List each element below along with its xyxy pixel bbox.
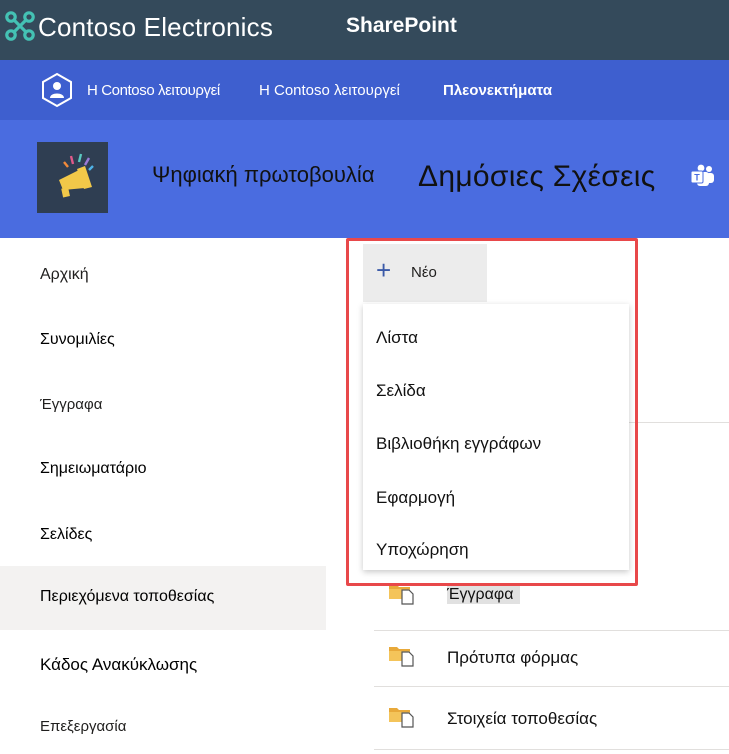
nav-item-conversations[interactable]: Συνομιλίες (0, 309, 326, 373)
teams-icon[interactable]: T (690, 164, 716, 188)
nav-item-documents[interactable]: Έγγραφα (0, 374, 326, 438)
hub-navigation: Η Contoso λειτουργεί Η Contoso λειτουργε… (0, 60, 729, 120)
site-logo[interactable] (37, 142, 108, 213)
drone-logo-icon[interactable] (4, 9, 36, 43)
menu-item-subsite[interactable]: Υποχώρηση (363, 522, 629, 574)
list-item[interactable]: Στοιχεία τοποθεσίας (374, 698, 729, 754)
site-name[interactable]: Ψηφιακή πρωτοβουλία (152, 162, 375, 188)
nav-item-recycle-bin[interactable]: Κάδος Ανακύκλωσης (0, 633, 326, 697)
hub-nav-item-2[interactable]: Η Contoso λειτουργεί (259, 82, 400, 99)
plus-icon: + (376, 255, 392, 285)
nav-item-label: Συνομιλίες (40, 331, 115, 348)
document-library-icon (389, 585, 414, 605)
new-button[interactable]: + Νέο (363, 244, 487, 302)
nav-item-label: Επεξεργασία (40, 718, 127, 735)
menu-item-label: Λίστα (376, 328, 418, 347)
nav-item-label: Σημειωματάριο (40, 460, 147, 477)
menu-item-label: Εφαρμογή (376, 488, 456, 507)
nav-item-home[interactable]: Αρχική (0, 244, 326, 308)
page-title: Δημόσιες Σχέσεις (418, 160, 656, 193)
nav-item-notebook[interactable]: Σημειωματάριο (0, 438, 326, 502)
list-item[interactable]: Έγγραφα (374, 575, 729, 631)
document-library-icon (389, 708, 414, 728)
hub-nav-item-benefits[interactable]: Πλεονεκτήματα (443, 82, 552, 99)
org-name[interactable]: Contoso Electronics (38, 12, 273, 43)
nav-item-label: Κάδος Ανακύκλωσης (40, 655, 198, 674)
new-menu: Λίστα Σελίδα Βιβλιοθήκη εγγράφων Εφαρμογ… (363, 304, 629, 570)
app-name[interactable]: SharePoint (346, 14, 457, 38)
menu-item-label: Βιβλιοθήκη εγγράφων (376, 434, 542, 453)
new-button-label: Νέο (411, 264, 437, 281)
nav-item-label: Αρχική (40, 266, 89, 283)
left-navigation: Αρχική Συνομιλίες Έγγραφα Σημειωματάριο … (0, 238, 326, 754)
menu-item-document-library[interactable]: Βιβλιοθήκη εγγράφων (363, 416, 629, 468)
nav-item-label: Σελίδες (40, 526, 93, 543)
site-header: Ψηφιακή πρωτοβουλία Δημόσιες Σχέσεις T (0, 120, 729, 238)
menu-item-label: Σελίδα (376, 381, 426, 400)
list-item-name[interactable]: Πρότυπα φόρμας (447, 648, 578, 668)
person-shield-icon[interactable] (40, 72, 74, 108)
document-library-icon (389, 647, 414, 667)
svg-text:T: T (694, 173, 700, 183)
menu-item-app[interactable]: Εφαρμογή (363, 470, 629, 522)
megaphone-icon (59, 153, 94, 198)
list-item-name[interactable]: Στοιχεία τοποθεσίας (447, 709, 597, 729)
nav-item-site-contents[interactable]: Περιεχόμενα τοποθεσίας (0, 566, 326, 630)
menu-item-list[interactable]: Λίστα (363, 310, 629, 362)
hub-nav-item-1[interactable]: Η Contoso λειτουργεί (87, 82, 220, 99)
menu-item-page[interactable]: Σελίδα (363, 363, 629, 415)
menu-item-label: Υποχώρηση (376, 540, 469, 559)
list-item-name[interactable]: Έγγραφα (447, 586, 520, 604)
list-item[interactable]: Πρότυπα φόρμας (374, 637, 729, 693)
nav-item-edit[interactable]: Επεξεργασία (0, 696, 326, 754)
nav-item-label: Έγγραφα (40, 396, 103, 413)
nav-item-label: Περιεχόμενα τοποθεσίας (40, 588, 215, 605)
nav-item-pages[interactable]: Σελίδες (0, 504, 326, 568)
suite-bar: Contoso Electronics SharePoint (0, 0, 729, 60)
